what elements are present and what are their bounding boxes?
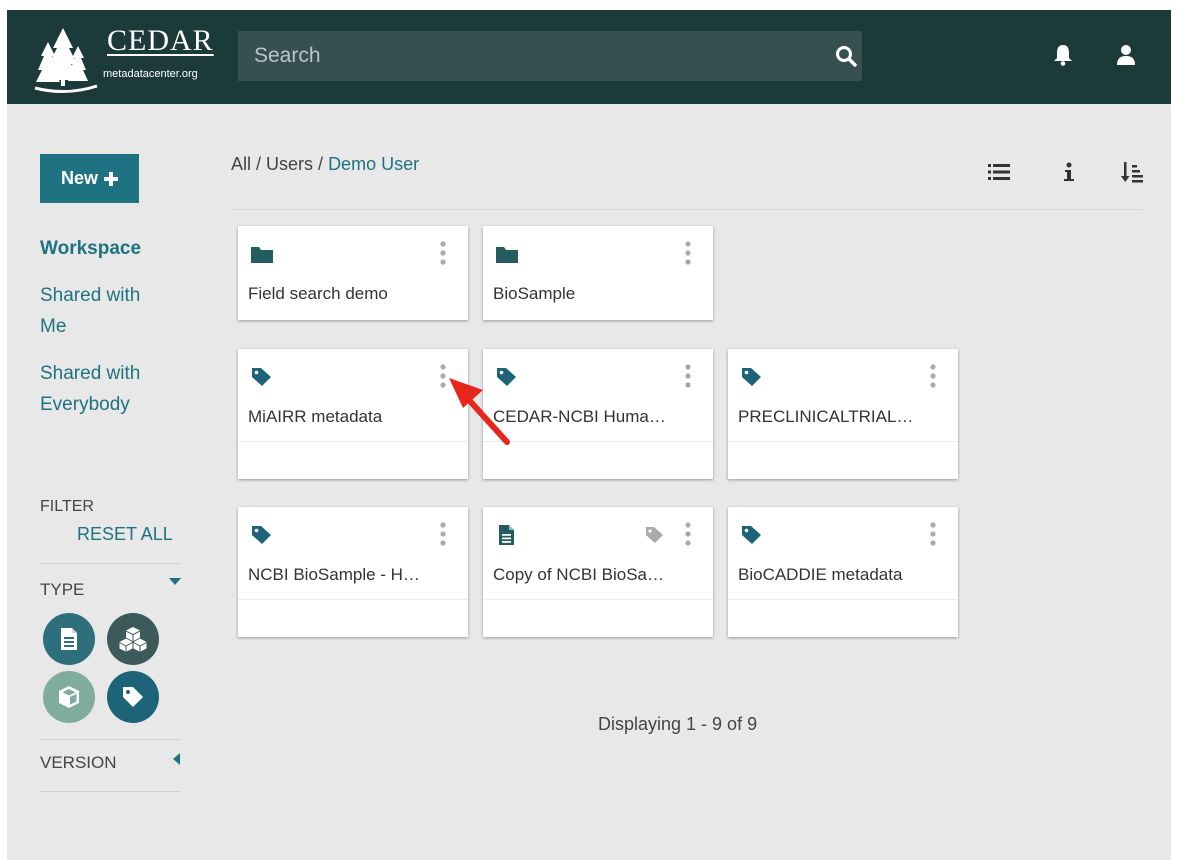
more-options-icon[interactable] [683,521,693,547]
cedar-logo[interactable]: CEDAR metadatacenter.org [33,24,229,94]
tag-icon [497,368,516,386]
card-title: PRECLINICALTRIAL… [738,407,914,426]
search-input[interactable] [238,31,814,81]
logo-subtitle: metadatacenter.org [103,68,198,80]
more-options-icon[interactable] [438,240,448,266]
breadcrumb-separator: / [251,154,267,174]
cedar-workbench: CEDAR metadatacenter.org Search New Work… [7,10,1171,860]
search-icon[interactable] [834,44,858,68]
more-options-icon[interactable] [438,521,448,547]
folder-icon [251,247,273,263]
bell-icon[interactable] [1053,44,1073,66]
sidebar-divider [40,739,180,740]
type-filter-label: TYPE [40,580,85,599]
card-title: Copy of NCBI BioSa… [493,565,665,584]
card-title: BioSample [493,284,576,303]
tree-logo-icon [34,28,98,93]
card-title: Field search demo [248,284,388,303]
document-icon [61,628,77,650]
card-title: NCBI BioSample - H… [248,565,420,584]
card-divider [728,599,958,600]
resource-card[interactable]: Copy of NCBI BioSa… [483,507,713,637]
results-count: Displaying 1 - 9 of 9 [598,714,758,734]
content-divider [231,209,1143,210]
list-view-icon[interactable] [987,160,1011,184]
cubes-icon [119,627,147,652]
logo-title: CEDAR [107,24,214,57]
sidebar-divider [40,563,180,564]
card-divider [483,441,713,442]
breadcrumb-all[interactable]: All [231,154,251,174]
folder-icon [496,247,518,263]
folder-card[interactable]: Field search demo [238,226,468,320]
more-options-icon[interactable] [438,363,448,389]
type-instance-button[interactable] [107,671,159,723]
tag-icon [252,368,271,386]
sidebar-item-workspace[interactable]: Workspace [40,233,190,264]
tag-icon [252,526,271,544]
plus-icon [104,171,118,186]
sidebar-item-shared-with-everybody[interactable]: Shared with Everybody [40,358,170,420]
card-divider [238,441,468,442]
more-options-icon[interactable] [928,363,938,389]
sidebar-divider [40,791,180,792]
tag-icon [742,368,761,386]
resource-card[interactable]: MiAIRR metadata [238,349,468,479]
type-template-button[interactable] [43,613,95,665]
tag-icon [646,527,663,543]
tag-icon [123,687,143,707]
resource-card[interactable]: CEDAR-NCBI Huma… [483,349,713,479]
new-button[interactable]: New [40,154,139,203]
info-icon[interactable] [1057,160,1081,184]
more-options-icon[interactable] [683,240,693,266]
new-button-label: New [60,168,98,188]
user-icon[interactable] [1116,44,1136,66]
type-collapse-caret-icon[interactable] [169,578,181,585]
document-icon [499,525,514,545]
more-options-icon[interactable] [928,521,938,547]
cube-icon [59,686,79,708]
breadcrumb-users[interactable]: Users [266,154,313,174]
top-navbar: CEDAR metadatacenter.org [7,10,1171,104]
sidebar-item-shared-with-me[interactable]: Shared with Me [40,280,170,342]
card-title: MiAIRR metadata [248,407,383,426]
card-title: BioCADDIE metadata [738,565,903,584]
breadcrumb-current[interactable]: Demo User [328,154,419,174]
card-title: CEDAR-NCBI Huma… [493,407,666,426]
card-divider [728,441,958,442]
card-divider [238,599,468,600]
search-bar [238,31,862,81]
filter-label: FILTER [40,498,94,515]
type-element-button[interactable] [107,613,159,665]
type-field-button[interactable] [43,671,95,723]
sort-icon[interactable] [1120,160,1144,184]
breadcrumb-separator: / [313,154,329,174]
resource-card[interactable]: NCBI BioSample - H… [238,507,468,637]
more-options-icon[interactable] [683,363,693,389]
resource-card[interactable]: PRECLINICALTRIAL… [728,349,958,479]
breadcrumb: All / Users / Demo User [231,154,419,175]
reset-all-link[interactable]: RESET ALL [77,524,173,545]
folder-card[interactable]: BioSample [483,226,713,320]
version-expand-caret-icon[interactable] [173,753,180,765]
card-divider [483,599,713,600]
version-filter-label: VERSION [40,753,117,772]
tag-icon [742,526,761,544]
resource-card[interactable]: BioCADDIE metadata [728,507,958,637]
